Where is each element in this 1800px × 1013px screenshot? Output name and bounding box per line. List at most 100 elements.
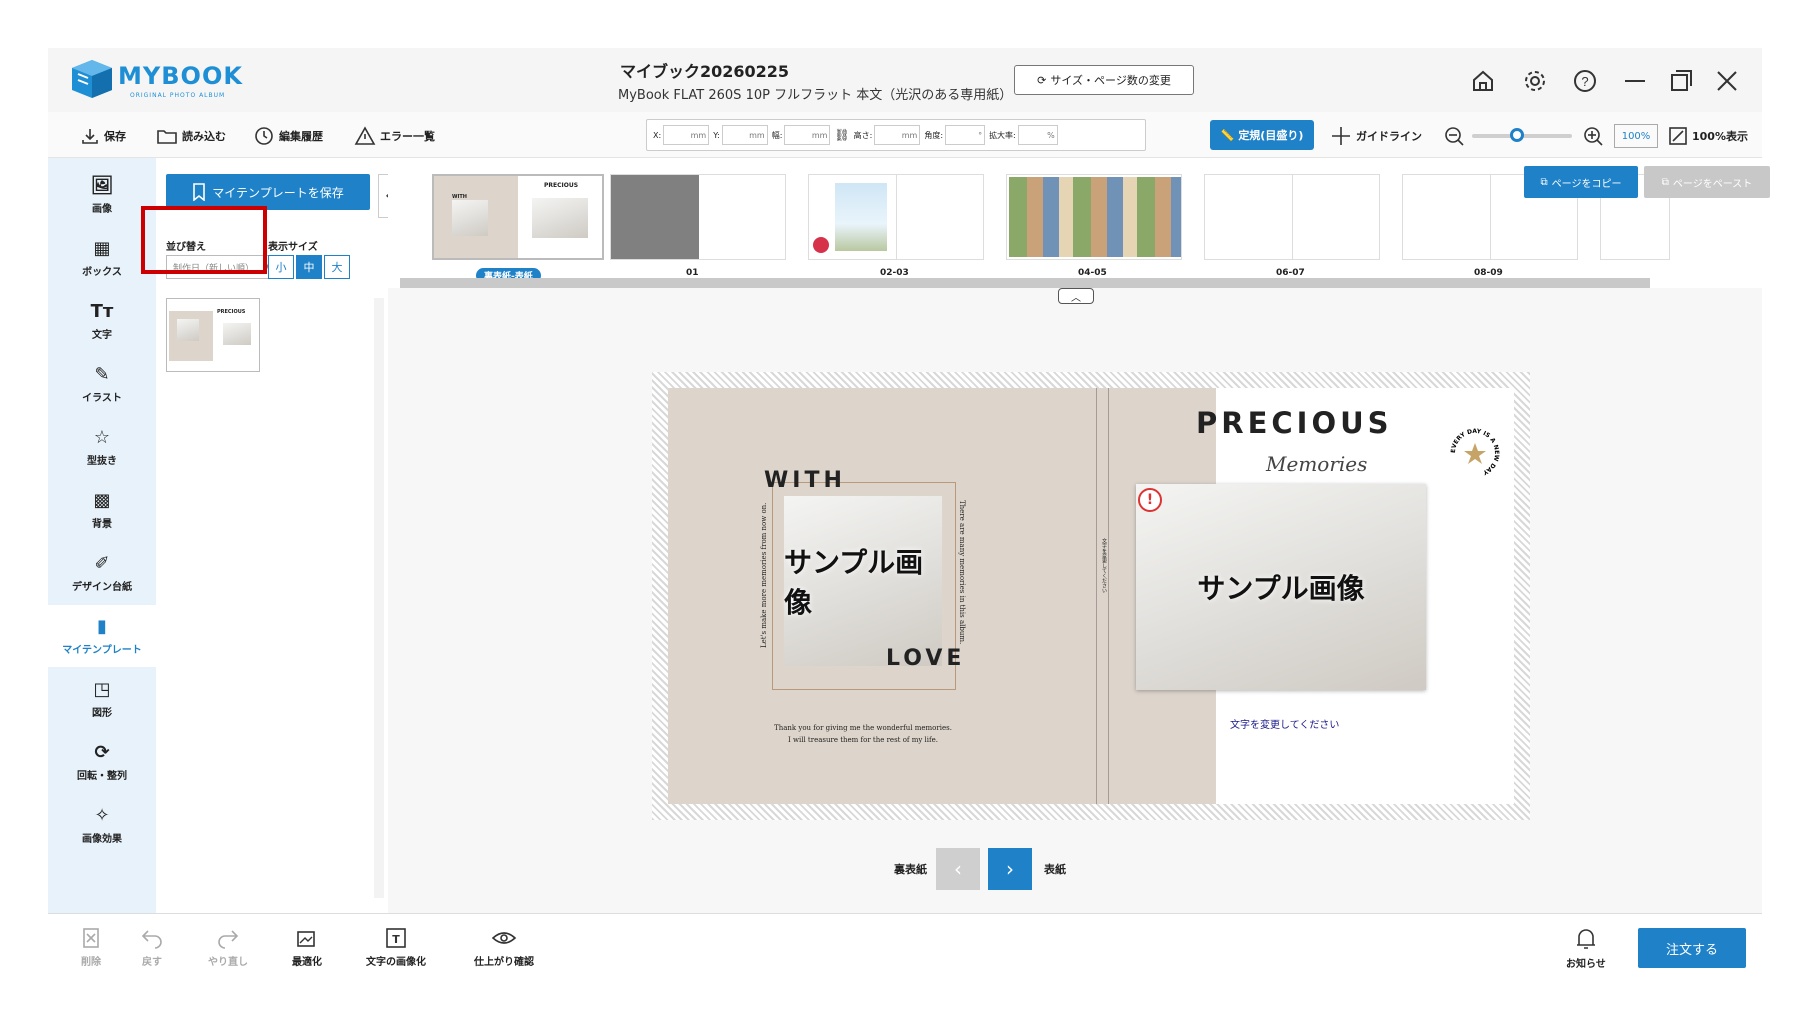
size-medium-button[interactable]: 中	[296, 255, 322, 279]
thanks-line-2[interactable]: I will treasure them for the rest of my …	[728, 736, 998, 744]
home-icon[interactable]	[1468, 66, 1498, 96]
image-icon: 🖼	[90, 175, 114, 196]
undo-button[interactable]: 戻す	[140, 926, 164, 968]
zoom-in-icon[interactable]	[1582, 124, 1604, 148]
change-size-button[interactable]: ⟳ サイズ・ページ数の変更	[1014, 65, 1194, 95]
order-button[interactable]: 注文する	[1638, 928, 1746, 968]
title-bar: MYBOOK ORIGINAL PHOTO ALBUM マイブック2026022…	[48, 48, 1762, 112]
sidebar-item-design-mount[interactable]: ✐ デザイン台紙	[48, 542, 156, 604]
page-thumb-04-05[interactable]	[1006, 174, 1182, 260]
page-thumb-01[interactable]	[610, 174, 786, 260]
history-button[interactable]: 編集履歴	[253, 124, 323, 148]
book-cube-icon	[72, 60, 112, 98]
sidebar-item-label: 画像効果	[82, 834, 122, 845]
y-input[interactable]: mm	[721, 125, 768, 145]
vertical-text-right[interactable]: There are many memories in this album.	[956, 500, 966, 648]
sidebar-item-shape[interactable]: ◳ 図形	[48, 668, 156, 730]
save-template-button[interactable]: マイテンプレートを保存	[166, 174, 370, 210]
width-input[interactable]: mm	[784, 125, 831, 145]
sidebar-item-illustration[interactable]: ✎ イラスト	[48, 353, 156, 415]
resolution-warning-icon[interactable]: !	[1138, 488, 1162, 512]
ruler-toggle-button[interactable]: 📏 定規(目盛り)	[1210, 120, 1314, 150]
sidebar-item-label: 文字	[92, 330, 112, 341]
sample-image-right[interactable]: サンプル画像	[1136, 484, 1426, 690]
logo-subtitle: ORIGINAL PHOTO ALBUM	[130, 92, 226, 99]
optimize-button[interactable]: 最適化	[292, 926, 322, 968]
redo-button[interactable]: やり直し	[208, 926, 248, 968]
chevron-left-icon: ‹	[954, 857, 962, 881]
with-text[interactable]: WITH	[764, 468, 846, 493]
precious-text[interactable]: PRECIOUS	[1196, 406, 1393, 440]
save-button[interactable]: 保存	[80, 124, 126, 148]
page-thumb-cover[interactable]: WITH PRECIOUS	[432, 174, 604, 260]
minimize-icon[interactable]	[1620, 66, 1650, 96]
scale-input[interactable]: %	[1017, 125, 1058, 145]
help-icon[interactable]: ?	[1570, 66, 1600, 96]
sidebar-item-background[interactable]: ▩ 背景	[48, 479, 156, 541]
front-cover-nav-label: 表紙	[1044, 863, 1066, 876]
memories-text[interactable]: Memories	[1266, 452, 1367, 476]
sort-highlight-box	[141, 206, 267, 274]
text-to-image-button[interactable]: T 文字の画像化	[366, 926, 426, 968]
sidebar-item-box[interactable]: ▦ ボックス	[48, 227, 156, 289]
zoom-value[interactable]: 100%	[1614, 124, 1658, 148]
size-small-button[interactable]: 小	[268, 255, 294, 279]
collapse-strip-button[interactable]: ︿	[1058, 288, 1094, 304]
copy-page-button[interactable]: ⧉ ページをコピー	[1524, 166, 1638, 198]
error-list-label: エラー一覧	[380, 130, 435, 143]
main-toolbar: 保存 読み込む 編集履歴 エラー一覧 X: mm Y: mm 幅: mm ⛓ 高さ: m…	[48, 112, 1762, 158]
template-thumbnail[interactable]: PRECIOUS	[166, 298, 260, 372]
front-cover[interactable]: PRECIOUS Memories EVERY DAY IS A NEW DAY…	[1136, 388, 1514, 804]
bell-icon	[1576, 929, 1595, 949]
load-button[interactable]: 読み込む	[156, 124, 226, 148]
sidebar-item-cutout[interactable]: ☆ 型抜き	[48, 416, 156, 478]
close-icon[interactable]	[1712, 66, 1742, 96]
sidebar-item-image-effect[interactable]: ✧ 画像効果	[48, 794, 156, 856]
thanks-line-1[interactable]: Thank you for giving me the wonderful me…	[728, 724, 998, 732]
optimize-label: 最適化	[292, 957, 322, 968]
bookmark-icon	[193, 183, 206, 201]
angle-input[interactable]: °	[945, 125, 986, 145]
back-cover[interactable]: WITH サンプル画像 LOVE Let's make more memorie…	[668, 388, 1096, 804]
cover-spread[interactable]: WITH サンプル画像 LOVE Let's make more memorie…	[652, 372, 1530, 820]
delete-icon	[83, 928, 99, 948]
vertical-text-left[interactable]: Let's make more memories from now on.	[760, 500, 770, 648]
sidebar-item-label: 回転・整列	[77, 771, 127, 782]
spine-text[interactable]: 文字を変更してください	[1098, 538, 1108, 658]
fit-100-button[interactable]: 100%表示	[1668, 124, 1748, 148]
sidebar-item-my-template[interactable]: ▮ マイテンプレート	[48, 605, 156, 667]
size-large-button[interactable]: 大	[324, 255, 350, 279]
width-field: 幅: mm	[772, 125, 831, 145]
zoom-slider-handle[interactable]	[1510, 128, 1524, 142]
error-list-button[interactable]: エラー一覧	[354, 124, 435, 148]
love-text[interactable]: LOVE	[886, 646, 965, 671]
notifications-button[interactable]: お知らせ	[1566, 926, 1606, 970]
y-label: Y:	[713, 130, 720, 140]
new-day-badge[interactable]: EVERY DAY IS A NEW DAY	[1448, 426, 1502, 480]
paste-page-button[interactable]: ⧉ ページをペースト	[1644, 166, 1770, 198]
settings-gear-icon[interactable]	[1520, 66, 1550, 96]
sidebar-item-text[interactable]: Tт 文字	[48, 290, 156, 352]
height-input[interactable]: mm	[874, 125, 921, 145]
guideline-button[interactable]: ガイドライン	[1330, 124, 1422, 148]
x-input[interactable]: mm	[663, 125, 710, 145]
box-icon: ▦	[93, 238, 111, 259]
sidebar-item-image[interactable]: 🖼 画像	[48, 164, 156, 226]
cutout-icon: ☆	[93, 427, 111, 448]
preview-button[interactable]: 仕上がり確認	[474, 926, 534, 968]
paste-icon: ⧉	[1661, 176, 1669, 188]
change-text-placeholder[interactable]: 文字を変更してください	[1230, 716, 1339, 731]
panel-scrollbar[interactable]	[374, 298, 384, 898]
delete-button[interactable]: 削除	[80, 926, 102, 968]
sidebar-item-rotate-align[interactable]: ⟳ 回転・整列	[48, 731, 156, 793]
prev-page-button[interactable]: ‹	[936, 848, 980, 890]
sample-image-left[interactable]: サンプル画像	[784, 496, 942, 666]
page-thumb-06-07[interactable]	[1204, 174, 1380, 260]
link-ratio-icon[interactable]: ⛓	[834, 128, 849, 142]
maximize-icon[interactable]	[1666, 66, 1696, 96]
zoom-out-icon[interactable]	[1443, 124, 1465, 148]
width-label: 幅:	[771, 130, 783, 140]
next-page-button[interactable]: ›	[988, 848, 1032, 890]
page-thumb-02-03[interactable]	[808, 174, 984, 260]
angle-field: 角度: °	[924, 125, 986, 145]
